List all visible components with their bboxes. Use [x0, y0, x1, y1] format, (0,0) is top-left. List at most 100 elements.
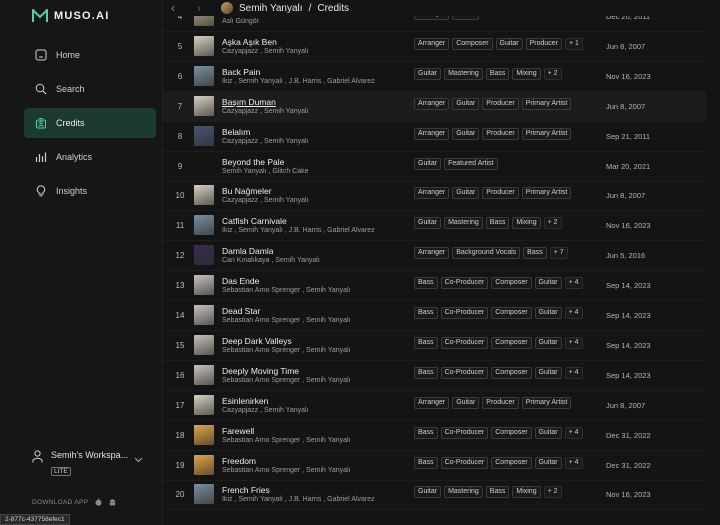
cover-art[interactable] — [194, 245, 214, 266]
cover-art[interactable] — [194, 35, 214, 56]
track-artists[interactable]: Sebastian Arno Sprenger , Semih Yanyalı — [222, 347, 351, 354]
role-chip: Co-Producer — [440, 456, 489, 469]
track-title[interactable]: Freedom — [222, 456, 256, 466]
track-artists[interactable]: Ikiz , Semih Yanyalı , J.B. Harris , Gab… — [222, 78, 375, 85]
cover-art[interactable] — [194, 334, 214, 355]
credit-row[interactable]: 15 Deep Dark Valleys Sebastian Arno Spreng… — [163, 331, 720, 361]
track-artists[interactable]: Sebastian Arno Sprenger , Semih Yanyalı — [222, 377, 351, 384]
credit-row[interactable]: 7 Başım Duman Cazyapjazz , Semih Yanyalı Ar… — [163, 91, 720, 122]
track-artists[interactable]: Cazyapjazz , Semih Yanyalı — [222, 108, 309, 115]
more-roles-chip[interactable]: + 1 — [565, 37, 583, 50]
track-title[interactable]: Deeply Moving Time — [222, 366, 299, 376]
nav-label-search: Search — [56, 84, 85, 94]
more-roles-chip[interactable]: + 4 — [564, 277, 583, 290]
breadcrumb-artist[interactable]: Semih Yanyalı — [239, 3, 303, 14]
credit-row[interactable]: 14 Dead Star Sebastian Arno Sprenger , Sem… — [163, 301, 720, 331]
track-artists[interactable]: Sebastian Arno Sprenger , Semih Yanyalı — [222, 467, 351, 474]
cover-art[interactable] — [194, 364, 214, 385]
cover-art[interactable] — [194, 95, 214, 116]
role-chips: Bass Co-Producer Composer Guitar + 4 — [414, 426, 583, 439]
track-artists[interactable]: Sebastian Arno Sprenger , Semih Yanyalı — [222, 317, 351, 324]
cover-art[interactable] — [194, 484, 214, 505]
cover-art[interactable] — [194, 16, 214, 26]
workspace-switcher[interactable]: Semih's Workspa... LITE — [32, 450, 152, 478]
track-artists[interactable]: Aslı Güngör — [222, 18, 259, 25]
apple-icon[interactable] — [95, 498, 102, 506]
track-title[interactable]: Bu Nağmeler — [222, 186, 272, 196]
track-title[interactable]: Aşka Aşık Ben — [222, 37, 277, 47]
credit-row[interactable]: 6 Back Pain Ikiz , Semih Yanyalı , J.B. Ha… — [163, 62, 720, 92]
track-artists[interactable]: Cazyapjazz , Semih Yanyalı — [222, 138, 309, 145]
track-artists[interactable]: Semih Yanyalı , Glitch Cake — [222, 168, 309, 175]
role-chips: Bass Co-Producer Composer Guitar + 4 — [414, 336, 583, 349]
track-title[interactable]: Belalım — [222, 127, 250, 137]
track-title[interactable]: Esinlenirken — [222, 396, 268, 406]
credit-row[interactable]: 19 Freedom Sebastian Arno Sprenger , Semih… — [163, 451, 720, 481]
credit-row[interactable]: 13 Das Ende Sebastian Arno Sprenger , Semi… — [163, 271, 720, 302]
cover-art[interactable] — [194, 215, 214, 236]
more-roles-chip[interactable]: + 4 — [564, 307, 583, 319]
track-artists[interactable]: Cazyapjazz , Semih Yanyalı — [222, 48, 309, 55]
track-title[interactable]: Catfish Carnivale — [222, 216, 287, 226]
cover-art[interactable] — [194, 394, 214, 415]
credit-row[interactable]: 20 French Fries Ikiz , Semih Yanyalı , J.B… — [163, 480, 720, 511]
logo[interactable]: MUSO.AI — [32, 9, 109, 23]
cover-art[interactable] — [194, 125, 214, 146]
track-title[interactable]: Damla Damla — [222, 246, 274, 256]
credit-row[interactable]: 5 Aşka Aşık Ben Cazyapjazz , Semih Yanyalı… — [163, 32, 720, 62]
track-artists[interactable]: Cazyapjazz , Semih Yanyalı — [222, 407, 309, 414]
forward-arrow-icon[interactable]: › — [197, 1, 209, 15]
cover-art[interactable] — [194, 185, 214, 206]
nav-item-home[interactable]: Home — [24, 40, 156, 70]
more-roles-chip[interactable]: + 4 — [564, 426, 583, 439]
role-chip: Featured Artist — [444, 157, 498, 170]
more-roles-chip[interactable]: + 2 — [543, 217, 562, 230]
track-artists[interactable]: Can Kınalıkaya , Semih Yanyalı — [222, 257, 320, 264]
cover-art[interactable] — [194, 275, 214, 296]
track-artists[interactable]: Sebastian Arno Sprenger , Semih Yanyalı — [222, 437, 351, 444]
chevron-down-icon[interactable] — [134, 457, 143, 463]
credit-row[interactable]: 18 Farewell Sebastian Arno Sprenger , Semi… — [163, 421, 720, 451]
track-title[interactable]: Farewell — [222, 426, 254, 436]
credit-row[interactable]: 8 Belalım Cazyapjazz , Semih Yanyalı Arrang… — [163, 122, 720, 152]
credit-row[interactable]: 4 Aslı Güngör ArrangerGuitar Dec 20, 2011 — [163, 16, 720, 32]
credit-row[interactable]: 11 Catfish Carnivale Ikiz , Semih Yanyalı … — [163, 211, 720, 242]
track-artists[interactable]: Sebastian Arno Sprenger , Semih Yanyalı — [222, 287, 351, 294]
nav-item-analytics[interactable]: Analytics — [24, 142, 156, 172]
nav-item-insights[interactable]: Insights — [24, 176, 156, 206]
role-chip: Composer — [452, 37, 493, 50]
cover-art[interactable] — [194, 305, 214, 325]
cover-art[interactable] — [194, 65, 214, 86]
track-artists[interactable]: Cazyapjazz , Semih Yanyalı — [222, 197, 309, 204]
more-roles-chip[interactable]: + 2 — [543, 486, 562, 499]
credit-row[interactable]: 16 Deeply Moving Time Sebastian Arno Spren… — [163, 361, 720, 391]
download-app[interactable]: DOWNLOAD APP — [32, 498, 116, 506]
role-chip: Guitar — [414, 67, 442, 80]
credit-row[interactable]: 12 Damla Damla Can Kınalıkaya , Semih Yany… — [163, 241, 720, 272]
row-number: 8 — [177, 131, 183, 141]
track-title[interactable]: Back Pain — [222, 67, 260, 77]
android-icon[interactable] — [109, 498, 116, 506]
track-title[interactable]: Beyond the Pale — [222, 157, 284, 167]
back-arrow-icon[interactable]: ‹ — [171, 1, 183, 15]
track-title[interactable]: French Fries — [222, 485, 270, 495]
release-date: Nov 16, 2023 — [606, 490, 651, 500]
track-artists[interactable]: Ikiz , Semih Yanyalı , J.B. Harris , Gab… — [222, 227, 375, 234]
track-title[interactable]: Deep Dark Valleys — [222, 336, 292, 346]
cover-art[interactable] — [194, 454, 214, 475]
more-roles-chip[interactable]: + 4 — [564, 336, 583, 349]
more-roles-chip[interactable]: + 7 — [549, 247, 568, 260]
nav-item-search[interactable]: Search — [24, 74, 156, 104]
credit-row[interactable]: 17 Esinlenirken Cazyapjazz , Semih Yanyalı… — [163, 391, 720, 421]
track-title[interactable]: Başım Duman — [222, 97, 276, 107]
nav-item-credits[interactable]: Credits — [24, 108, 156, 138]
credit-row[interactable]: 10 Bu Nağmeler Cazyapjazz , Semih Yanyalı A… — [163, 181, 720, 212]
credit-row[interactable]: 9 Beyond the Pale Semih Yanyalı , Glitch C… — [163, 152, 720, 182]
more-roles-chip[interactable]: + 4 — [564, 456, 583, 469]
track-title[interactable]: Dead Star — [222, 306, 260, 316]
track-title[interactable]: Das Ende — [222, 276, 259, 286]
more-roles-chip[interactable]: + 4 — [564, 366, 583, 379]
cover-art[interactable] — [194, 424, 214, 445]
more-roles-chip[interactable]: + 2 — [543, 67, 562, 80]
track-artists[interactable]: Ikiz , Semih Yanyalı , J.B. Harris , Gab… — [222, 496, 375, 503]
